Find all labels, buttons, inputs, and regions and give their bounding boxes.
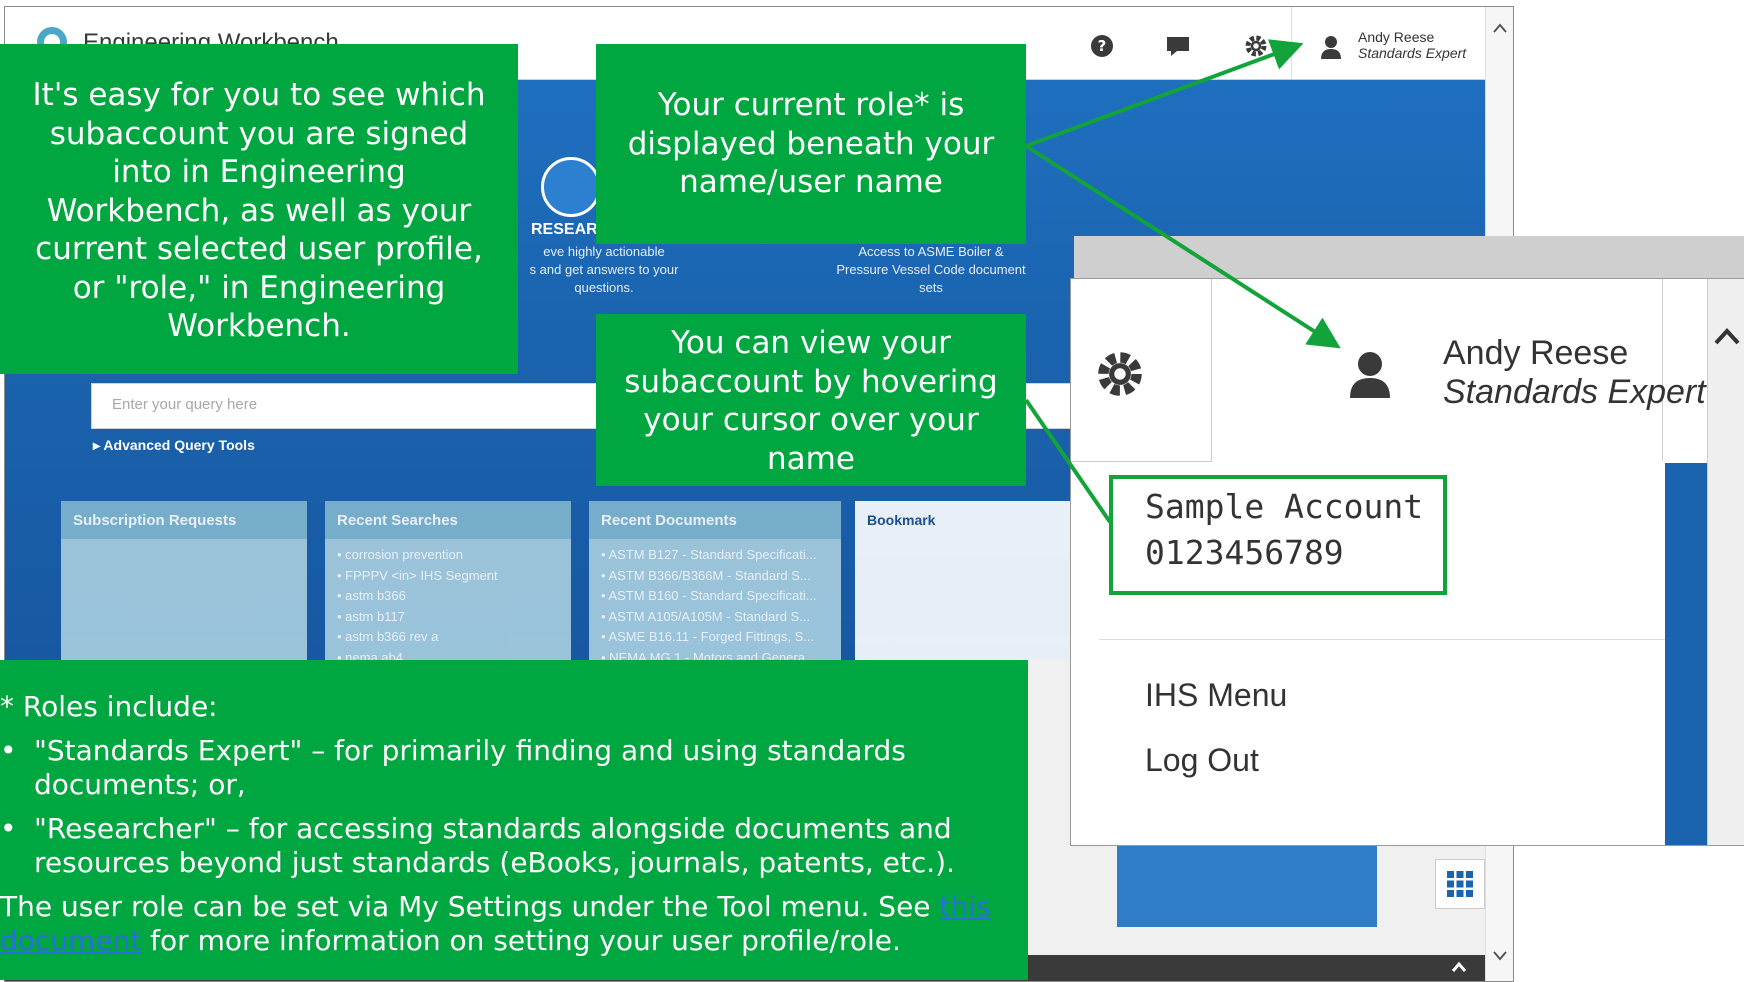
connector-line	[1024, 398, 1112, 524]
arrow-icon	[1025, 39, 1304, 148]
arrow-icon	[1024, 144, 1341, 349]
annotation-arrows	[1024, 39, 1341, 524]
